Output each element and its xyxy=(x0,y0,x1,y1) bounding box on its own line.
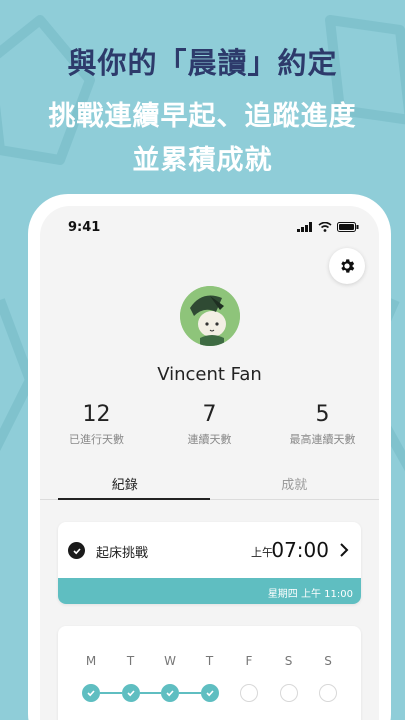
settings-button[interactable] xyxy=(329,248,365,284)
stat-label: 連續天數 xyxy=(187,433,232,446)
weekday-label: F xyxy=(245,654,253,668)
chevron-right-icon[interactable] xyxy=(339,542,349,558)
weekday-label: M xyxy=(85,654,97,668)
day-pending-icon xyxy=(279,684,298,702)
progress-connector xyxy=(179,692,201,694)
challenge-row: 起床挑戰 上午 07:00 xyxy=(58,522,361,578)
tab-bar: 紀錄 成就 xyxy=(40,470,379,500)
week-progress-card: M T W T F S S xyxy=(58,626,361,720)
weekday-label: S xyxy=(284,654,293,668)
signal-icon xyxy=(297,222,312,232)
alarm-time: 07:00 xyxy=(271,538,329,562)
headline-subtitle-1: 挑戰連續早起、追蹤進度 xyxy=(48,101,357,132)
status-time: 9:41 xyxy=(68,220,101,235)
stat-total-days: 12 已進行天數 xyxy=(40,402,153,447)
day-done-icon xyxy=(200,684,219,702)
progress-connector xyxy=(100,692,122,694)
avatar-illustration xyxy=(179,286,240,346)
battery-icon xyxy=(337,222,359,232)
headline-subtitle-2: 並累積成就 xyxy=(132,145,273,176)
app-screen: 9:41 Vincent Fan 12 已進行天數 7 連續天數 5 最高連續天… xyxy=(40,206,379,720)
challenge-footer: 星期四 上午 11:00 xyxy=(58,578,361,604)
challenge-label: 起床挑戰 xyxy=(96,546,149,561)
stat-value: 5 xyxy=(315,402,330,427)
wake-challenge-card[interactable]: 起床挑戰 上午 07:00 星期四 上午 11:00 xyxy=(58,522,361,604)
wifi-icon xyxy=(318,222,332,232)
stat-best-streak: 5 最高連續天數 xyxy=(266,402,379,447)
weekday-label: W xyxy=(164,654,176,668)
status-bar: 9:41 xyxy=(68,220,359,238)
stat-value: 12 xyxy=(82,402,111,427)
weekday-label: S xyxy=(324,654,332,668)
weekday-labels: M T W T F S S xyxy=(82,654,337,668)
phone-frame: 9:41 Vincent Fan 12 已進行天數 7 連續天數 5 最高連續天… xyxy=(28,194,391,720)
tab-achievements[interactable]: 成就 xyxy=(210,470,380,499)
status-icons xyxy=(297,222,359,232)
stat-label: 已進行天數 xyxy=(69,433,124,446)
progress-connector xyxy=(139,692,161,694)
day-pending-icon xyxy=(240,684,258,702)
day-done-icon xyxy=(82,684,100,702)
gear-icon xyxy=(341,259,355,273)
profile-name: Vincent Fan xyxy=(157,364,262,385)
alarm-period: 上午 xyxy=(251,546,273,559)
stats-row: 12 已進行天數 7 連續天數 5 最高連續天數 xyxy=(40,402,379,447)
avatar[interactable] xyxy=(179,286,240,346)
check-icon xyxy=(68,542,85,559)
weekday-label: T xyxy=(126,654,135,668)
stat-label: 最高連續天數 xyxy=(289,433,356,446)
weekday-label: T xyxy=(205,654,214,668)
tab-records[interactable]: 紀錄 xyxy=(40,470,210,500)
day-done-icon xyxy=(161,684,179,702)
headline-title: 與你的「晨讀」約定 xyxy=(67,46,338,80)
day-pending-icon xyxy=(319,684,337,702)
stat-value: 7 xyxy=(202,402,217,427)
day-done-icon xyxy=(121,684,140,702)
stat-streak-days: 7 連續天數 xyxy=(153,402,266,447)
weekday-progress xyxy=(82,684,337,702)
